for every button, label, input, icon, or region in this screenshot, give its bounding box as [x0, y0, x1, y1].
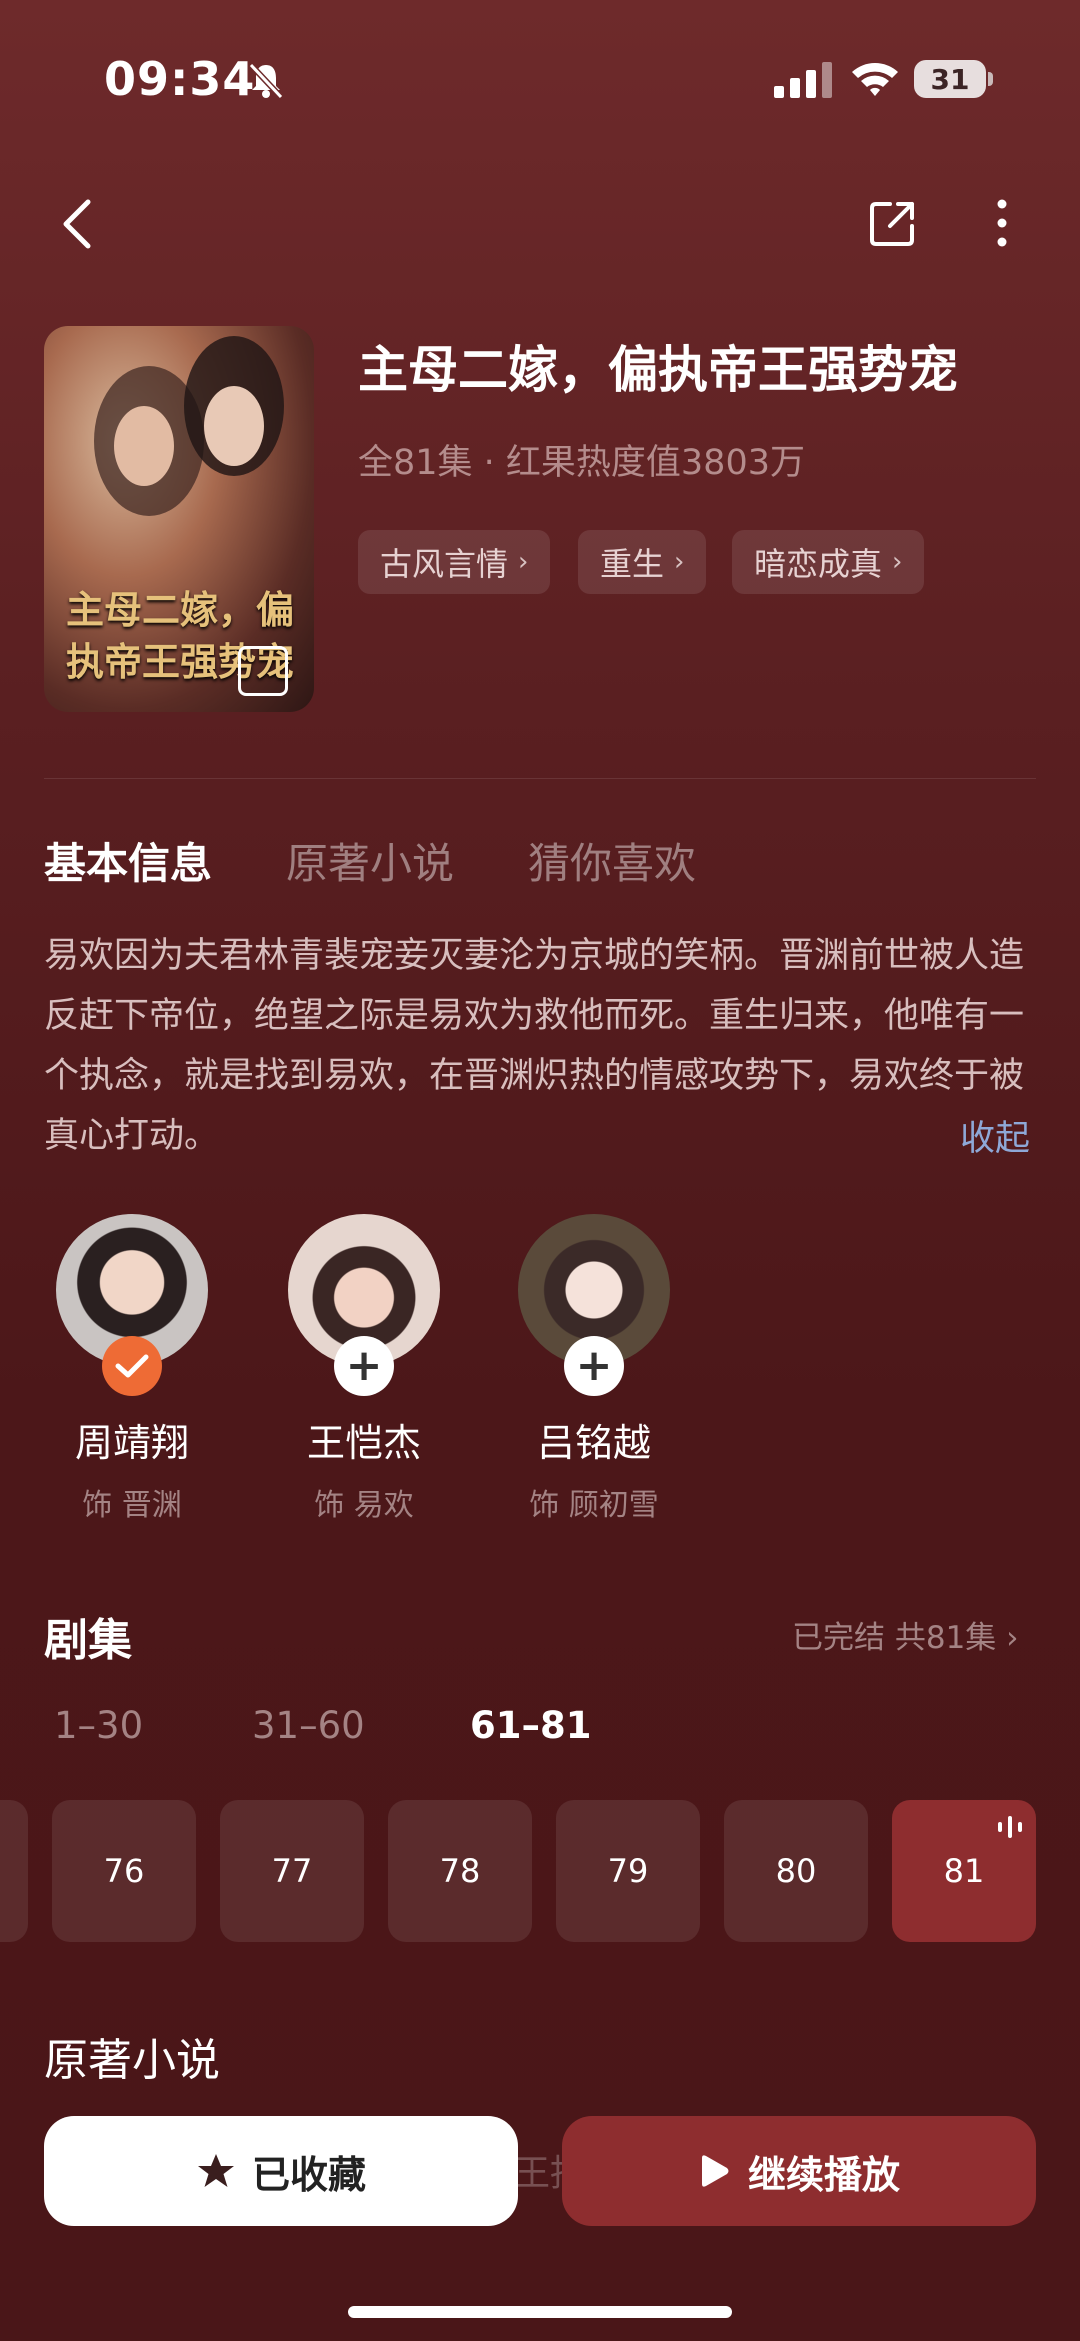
episode-tile[interactable]: 77: [220, 1800, 364, 1942]
cast-role: 饰 顾初雪: [529, 1488, 659, 1523]
tab-basic-info[interactable]: 基本信息: [44, 830, 212, 891]
episode-tile-partial[interactable]: [0, 1800, 28, 1942]
cast-name: 吕铭越: [536, 1421, 651, 1465]
chevron-right-icon: ›: [674, 547, 685, 577]
more-options-icon[interactable]: [990, 196, 1014, 250]
tag-chip[interactable]: 古风言情 ›: [358, 530, 551, 594]
tag-label: 重生: [600, 545, 665, 583]
range-tab-active[interactable]: 61–81: [470, 1704, 591, 1747]
episodes-section-title: 剧集: [44, 1615, 132, 1666]
now-playing-icon: [998, 1816, 1022, 1838]
show-description: 易欢因为夫君林青裴宠妾灭妻沦为京城的笑柄。晋渊前世被人造反赶下帝位，绝望之际是易…: [44, 936, 1025, 1156]
chevron-right-icon: ›: [1006, 1620, 1019, 1656]
follow-plus-icon[interactable]: +: [334, 1336, 394, 1396]
cast-role: 饰 易欢: [314, 1488, 414, 1523]
episode-tile[interactable]: 78: [388, 1800, 532, 1942]
star-icon: [197, 2154, 234, 2187]
tag-chip[interactable]: 重生 ›: [578, 530, 707, 594]
favorite-button[interactable]: 已收藏: [44, 2116, 518, 2226]
collapse-link[interactable]: 收起: [960, 1110, 1030, 1161]
episode-tile[interactable]: 76: [52, 1800, 196, 1942]
episode-tile[interactable]: 79: [556, 1800, 700, 1942]
cover-face-left: [114, 406, 174, 486]
show-title: 主母二嫁，偏执帝王强势宠: [358, 341, 958, 399]
chevron-right-icon: ›: [518, 547, 529, 577]
battery-indicator: 31: [914, 60, 986, 98]
tab-recommendations[interactable]: 猜你喜欢: [528, 830, 696, 891]
range-tab[interactable]: 1–30: [54, 1704, 143, 1747]
cellular-signal-icon: [774, 62, 832, 98]
tag-chip[interactable]: 暗恋成真 ›: [732, 530, 925, 594]
tab-original-novel[interactable]: 原著小说: [286, 830, 454, 891]
show-cover-image[interactable]: 主母二嫁，偏执帝王强势宠: [44, 326, 314, 712]
episode-tile[interactable]: 80: [724, 1800, 868, 1942]
novel-section-title: 原著小说: [44, 2035, 220, 2086]
show-meta: 全81集 · 红果热度值3803万: [358, 443, 805, 483]
silent-bell-icon: [248, 62, 284, 100]
chevron-right-icon: ›: [892, 547, 903, 577]
tag-label: 古风言情: [380, 545, 509, 583]
status-time: 09:34: [104, 52, 256, 106]
cover-face-right: [204, 386, 264, 466]
back-arrow-icon[interactable]: [56, 196, 100, 252]
battery-tip: [988, 72, 993, 86]
followed-check-icon[interactable]: [102, 1336, 162, 1396]
episodes-status-link[interactable]: 已完结 共81集 ›: [792, 1612, 1019, 1657]
cast-name: 周靖翔: [74, 1421, 189, 1465]
continue-play-label: 继续播放: [747, 2152, 900, 2197]
tag-label: 暗恋成真: [754, 545, 883, 583]
share-icon[interactable]: [866, 196, 920, 250]
range-tab[interactable]: 31–60: [252, 1704, 365, 1747]
cover-corner-badge-icon: [238, 646, 288, 696]
section-divider: [44, 778, 1036, 779]
cast-name: 王恺杰: [306, 1421, 421, 1465]
play-icon: [701, 2155, 729, 2187]
follow-plus-icon[interactable]: +: [564, 1336, 624, 1396]
cast-role: 饰 晋渊: [82, 1488, 182, 1523]
home-indicator: [348, 2306, 732, 2318]
episodes-status: 已完结 共81集: [792, 1620, 997, 1656]
wifi-icon: [852, 63, 898, 96]
favorite-button-label: 已收藏: [251, 2152, 366, 2197]
continue-play-button[interactable]: 继续播放: [562, 2116, 1036, 2226]
